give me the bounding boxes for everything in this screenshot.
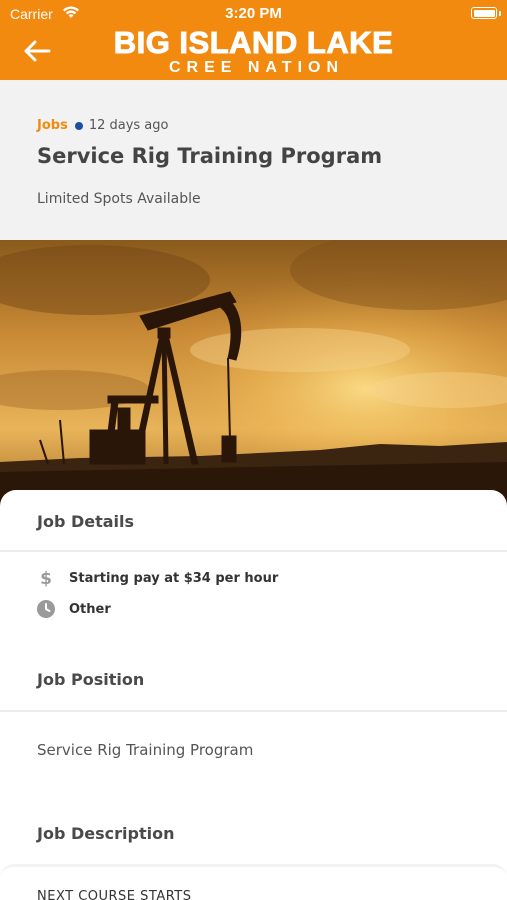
- divider: [0, 710, 507, 712]
- app-header: Carrier 3:20 PM BIG ISLAND LAKE CREE NAT…: [0, 0, 507, 80]
- battery-icon: [471, 7, 497, 19]
- status-time: 3:20 PM: [225, 5, 282, 22]
- post-subtitle: Limited Spots Available: [37, 191, 201, 207]
- job-position-heading: Job Position: [37, 670, 145, 689]
- pay-text: Starting pay at $34 per hour: [69, 570, 279, 586]
- svg-text:$: $: [40, 569, 52, 587]
- type-row: Other: [37, 600, 111, 618]
- battery-tip: [499, 11, 501, 16]
- logo-main-text: BIG ISLAND LAKE: [113, 25, 394, 60]
- dollar-icon: $: [37, 569, 55, 587]
- divider: [0, 550, 507, 552]
- page-title: Service Rig Training Program: [37, 144, 383, 168]
- clock-icon: [37, 600, 55, 618]
- hero-image: [0, 240, 507, 510]
- description-preview: NEXT COURSE STARTS: [37, 889, 192, 900]
- job-position-value: Service Rig Training Program: [37, 741, 254, 759]
- brand-logo: BIG ISLAND LAKE CREE NATION: [0, 25, 507, 77]
- job-type-text: Other: [69, 601, 111, 617]
- posted-time: 12 days ago: [88, 118, 169, 133]
- status-bar: Carrier 3:20 PM: [0, 0, 507, 28]
- job-description-heading: Job Description: [37, 824, 175, 843]
- category-tag[interactable]: Jobs: [37, 118, 68, 133]
- separator-dot: [74, 121, 83, 130]
- post-intro: Jobs 12 days ago Service Rig Training Pr…: [0, 80, 507, 240]
- logo-sub-text: CREE NATION: [168, 59, 345, 76]
- pay-row: $ Starting pay at $34 per hour: [37, 569, 278, 587]
- job-details-card: Job Details $ Starting pay at $34 per ho…: [0, 490, 507, 900]
- job-details-heading: Job Details: [37, 512, 135, 531]
- post-meta: Jobs 12 days ago: [37, 118, 168, 133]
- description-panel: NEXT COURSE STARTS: [0, 864, 507, 900]
